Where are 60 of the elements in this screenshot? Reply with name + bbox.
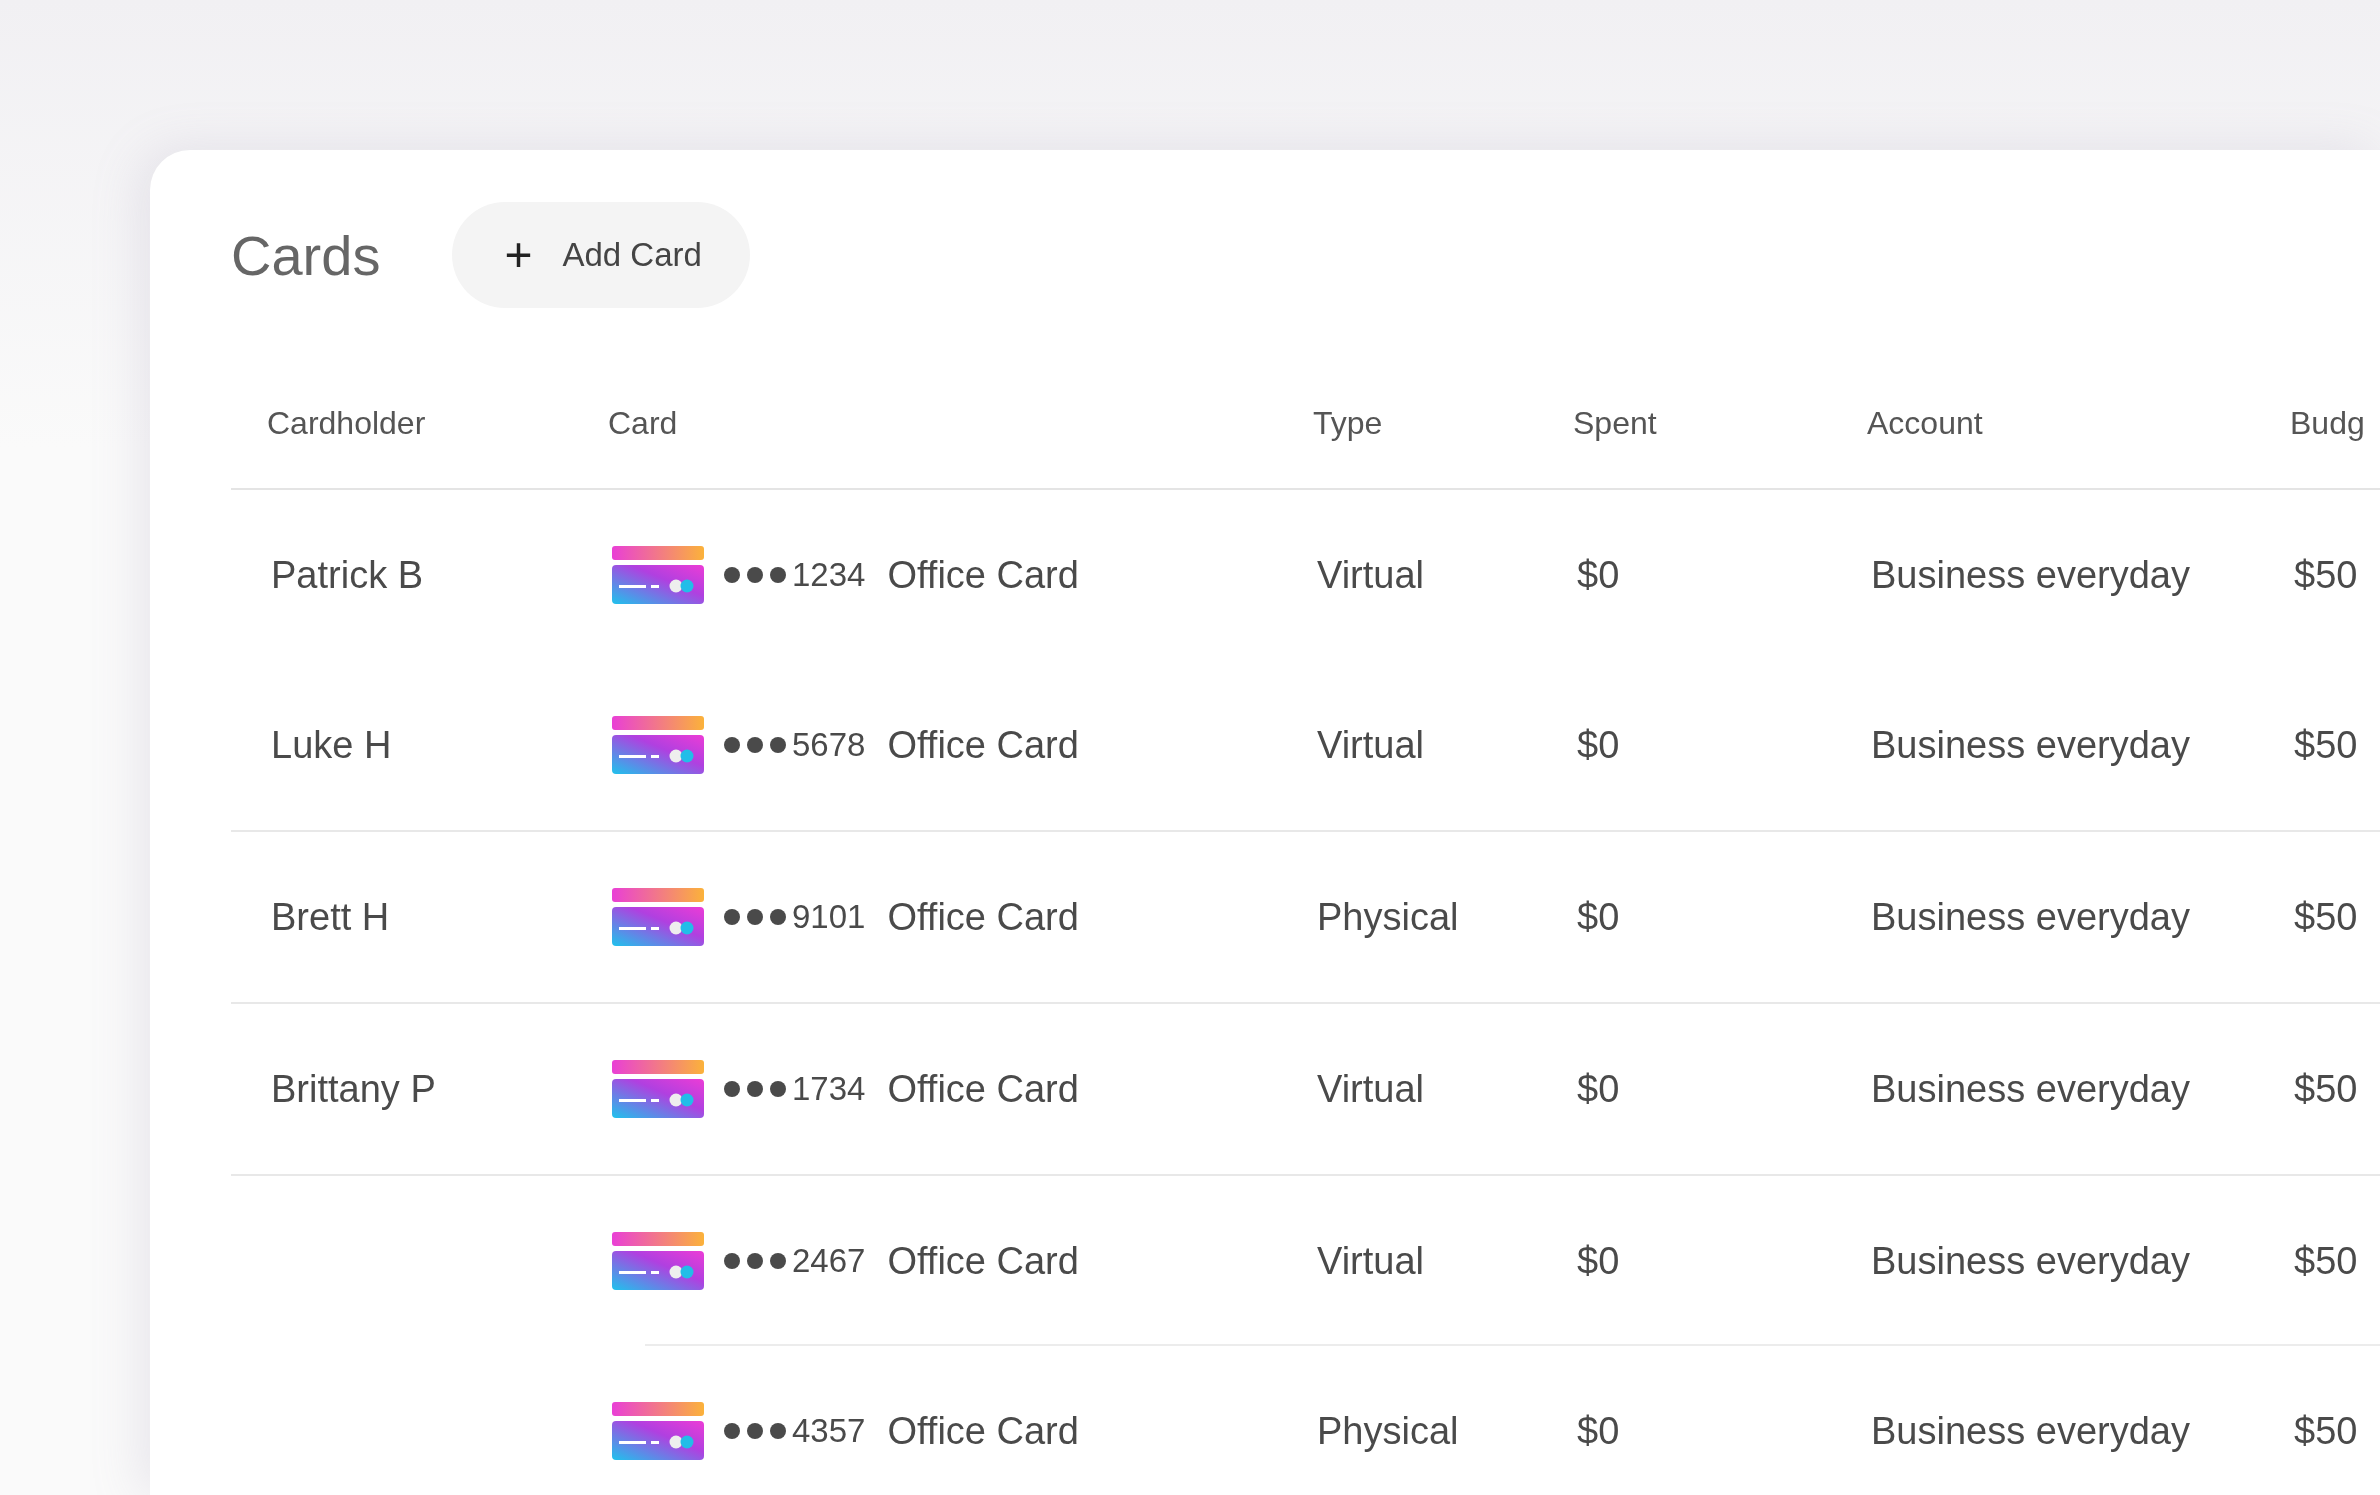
masked-digits-icon [724,737,786,753]
account-name: Business everyday [1871,895,2190,939]
card-type: Virtual [1317,1239,1425,1283]
card-type: Virtual [1317,1067,1425,1111]
masked-digits-icon [724,1423,786,1439]
budget-amount: $50 [2294,1067,2358,1111]
masked-digits-icon [724,1081,786,1097]
column-header[interactable]: Cardholder [231,404,572,442]
budget-amount: $50 [2294,895,2358,939]
budget-amount: $50 [2294,1239,2358,1283]
credit-card-icon [612,716,704,774]
card-last-digits: 2467 [792,1242,866,1280]
card-name: Office Card [887,1409,1079,1453]
credit-card-icon [612,546,704,604]
spent-amount: $0 [1577,895,1620,939]
card-name: Office Card [887,895,1079,939]
cardholder-name: Brittany P [271,1067,436,1111]
card-type: Physical [1317,1409,1459,1453]
card-name: Office Card [887,1239,1079,1283]
account-name: Business everyday [1871,553,2190,597]
cardholder-name: Brett H [271,895,390,939]
spent-amount: $0 [1577,1409,1620,1453]
column-header[interactable]: Spent [1537,404,1831,442]
masked-digits-icon [724,1253,786,1269]
cardholder-name: Patrick B [271,553,424,597]
masked-digits-icon [724,567,786,583]
card-last-digits: 1734 [792,1070,866,1108]
card-last-digits: 5678 [792,726,866,764]
card-type: Physical [1317,895,1459,939]
budget-amount: $50 [2294,553,2358,597]
card-name: Office Card [887,1067,1079,1111]
card-last-digits: 1234 [792,556,866,594]
budget-amount: $50 [2294,1409,2358,1453]
column-header[interactable]: Budg [2254,404,2380,442]
card-name: Office Card [887,553,1079,597]
column-header[interactable]: Card [572,404,1277,442]
account-name: Business everyday [1871,1239,2190,1283]
credit-card-icon [612,1402,704,1460]
card-type: Virtual [1317,723,1425,767]
cardholder-name: Luke H [271,723,392,767]
spent-amount: $0 [1577,1239,1620,1283]
add-card-button[interactable]: + Add Card [452,202,750,308]
account-name: Business everyday [1871,723,2190,767]
column-header[interactable]: Type [1277,404,1537,442]
card-last-digits: 4357 [792,1412,866,1450]
page-title: Cards [231,222,381,288]
account-name: Business everyday [1871,1067,2190,1111]
card-last-digits: 9101 [792,898,866,936]
spent-amount: $0 [1577,553,1620,597]
spent-amount: $0 [1577,723,1620,767]
column-header[interactable]: Account [1831,404,2254,442]
masked-digits-icon [724,909,786,925]
card-type: Virtual [1317,553,1425,597]
account-name: Business everyday [1871,1409,2190,1453]
budget-amount: $50 [2294,723,2358,767]
credit-card-icon [612,1232,704,1290]
credit-card-icon [612,888,704,946]
spent-amount: $0 [1577,1067,1620,1111]
credit-card-icon [612,1060,704,1118]
card-name: Office Card [887,723,1079,767]
